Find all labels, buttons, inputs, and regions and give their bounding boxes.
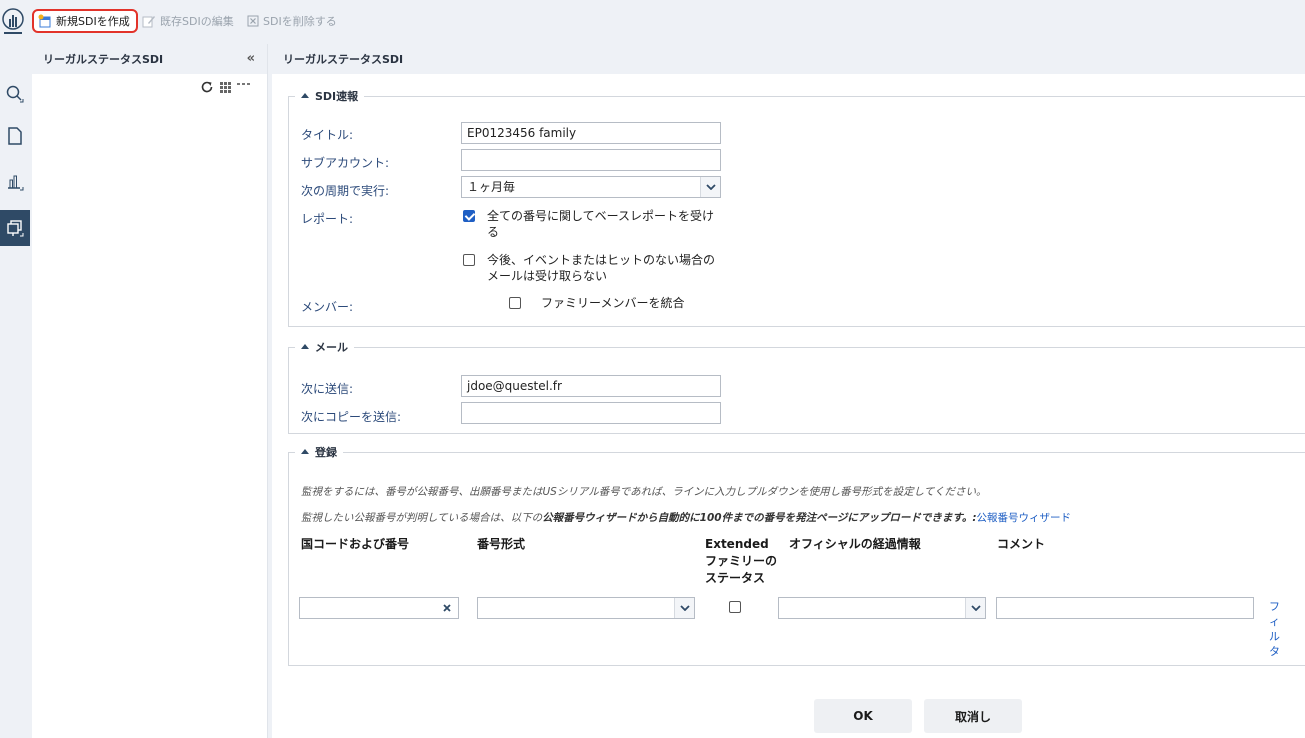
sdi-section-legend[interactable]: SDI速報 bbox=[295, 88, 364, 104]
collapse-caret-icon bbox=[301, 449, 309, 454]
report-base-line2: る bbox=[487, 225, 500, 239]
search-icon[interactable] bbox=[0, 80, 30, 108]
report-nohit-line2: メールは受け取らない bbox=[487, 269, 608, 283]
refresh-icon[interactable] bbox=[200, 80, 214, 94]
register-section-title: 登録 bbox=[315, 446, 337, 459]
form-header: リーガルステータスSDI bbox=[272, 44, 1305, 74]
mail-section-legend[interactable]: メール bbox=[295, 339, 354, 355]
app-logo-icon[interactable] bbox=[0, 6, 30, 40]
official-info-select[interactable] bbox=[778, 597, 986, 619]
register-section: 登録 監視をするには、番号が公報番号、出願番号またはUSシリアル番号であれば、ラ… bbox=[288, 444, 1305, 666]
report-base-text: 全ての番号に関してベースレポートを受け る bbox=[487, 208, 737, 240]
col-comment-header: コメント bbox=[997, 537, 1046, 551]
new-document-icon bbox=[38, 14, 51, 28]
col-extended-line3: ステータス bbox=[705, 571, 766, 585]
sdi-list-header: リーガルステータスSDI « bbox=[32, 44, 267, 74]
sdi-list-title: リーガルステータスSDI bbox=[43, 53, 164, 66]
member-text: ファミリーメンバーを統合 bbox=[541, 296, 685, 310]
clear-icon[interactable] bbox=[442, 603, 452, 613]
subaccount-label: サブアカウント: bbox=[301, 156, 390, 170]
cc-input[interactable] bbox=[461, 402, 721, 424]
register-section-legend[interactable]: 登録 bbox=[295, 444, 343, 460]
title-label: タイトル: bbox=[301, 128, 354, 142]
filter-link-char: フ bbox=[1269, 600, 1280, 613]
cc-label: 次にコピーを送信: bbox=[301, 410, 402, 424]
monitoring-icon[interactable] bbox=[0, 210, 30, 246]
list-tools bbox=[200, 80, 251, 94]
sdi-section: SDI速報 タイトル: EP0123456 family サブアカウント: 次の… bbox=[288, 88, 1305, 327]
register-note-2-text: 監視したい公報番号が判明している場合は、以下の bbox=[301, 512, 543, 524]
report-nohit-checkbox[interactable] bbox=[463, 254, 475, 266]
to-input[interactable]: jdoe@questel.fr bbox=[461, 375, 721, 397]
filter-link-char: ル bbox=[1269, 630, 1280, 643]
edit-sdi-label: 既存SDIの編集 bbox=[160, 15, 234, 28]
cancel-button[interactable]: 取消し bbox=[924, 699, 1022, 733]
new-sdi-label: 新規SDIを作成 bbox=[56, 15, 130, 28]
filter-link-char: ィ bbox=[1269, 615, 1280, 628]
country-number-input[interactable] bbox=[299, 597, 459, 619]
col-country-header: 国コードおよび番号 bbox=[301, 537, 410, 551]
edit-sdi-button[interactable]: 既存SDIの編集 bbox=[142, 9, 234, 33]
grid-view-icon[interactable] bbox=[220, 81, 231, 93]
sdi-section-title: SDI速報 bbox=[315, 90, 359, 103]
filter-link[interactable]: フ ィ ル タ bbox=[1269, 599, 1280, 659]
delete-sdi-label: SDIを削除する bbox=[263, 15, 337, 28]
period-label: 次の周期で実行: bbox=[301, 184, 390, 198]
report-nohit-text: 今後、イベントまたはヒットのない場合の メールは受け取らない bbox=[487, 252, 737, 284]
report-label: レポート: bbox=[301, 212, 354, 226]
sdi-form-panel: リーガルステータスSDI SDI速報 タイトル: EP0123456 famil… bbox=[272, 44, 1305, 738]
period-value: １ヶ月毎 bbox=[467, 180, 516, 194]
mail-section-title: メール bbox=[315, 341, 348, 354]
navigation-rail bbox=[0, 44, 32, 738]
collapse-panel-icon[interactable]: « bbox=[247, 51, 255, 66]
col-format-header: 番号形式 bbox=[477, 537, 526, 551]
subaccount-input[interactable] bbox=[461, 149, 721, 171]
form-title: リーガルステータスSDI bbox=[283, 53, 404, 66]
sdi-list-panel: リーガルステータスSDI « bbox=[32, 44, 268, 738]
edit-icon bbox=[142, 16, 155, 28]
chevron-down-icon bbox=[674, 598, 694, 618]
member-checkbox[interactable] bbox=[509, 297, 521, 309]
report-base-line1: 全ての番号に関してベースレポートを受け bbox=[487, 209, 715, 223]
filter-link-char: タ bbox=[1269, 645, 1280, 658]
register-note-2-bold: 公報番号ウィザードから自動的に100件までの番号を発注ページにアップロードできま… bbox=[542, 512, 977, 524]
to-label: 次に送信: bbox=[301, 382, 354, 396]
register-note-1: 監視をするには、番号が公報番号、出願番号またはUSシリアル番号であれば、ラインに… bbox=[301, 486, 987, 498]
delete-sdi-button[interactable]: SDIを削除する bbox=[247, 9, 337, 33]
toolbar: 新規SDIを作成 既存SDIの編集 SDIを削除する bbox=[0, 0, 1305, 44]
publication-wizard-link[interactable]: 公報番号ウィザード bbox=[977, 512, 1072, 524]
extended-family-checkbox[interactable] bbox=[729, 601, 741, 613]
mail-section: メール 次に送信: jdoe@questel.fr 次にコピーを送信: bbox=[288, 339, 1305, 434]
col-extended-line2: ファミリーの bbox=[705, 554, 778, 568]
collapse-caret-icon bbox=[301, 93, 309, 98]
title-input[interactable]: EP0123456 family bbox=[461, 122, 721, 144]
comment-input[interactable] bbox=[996, 597, 1254, 619]
analytics-icon[interactable] bbox=[0, 168, 30, 196]
ok-button[interactable]: OK bbox=[814, 699, 912, 733]
register-note-2: 監視したい公報番号が判明している場合は、以下の公報番号ウィザードから自動的に10… bbox=[301, 510, 1071, 525]
col-extended-header: Extended ファミリーの ステータス bbox=[705, 536, 777, 587]
member-label: メンバー: bbox=[301, 300, 354, 314]
period-select[interactable]: １ヶ月毎 bbox=[461, 176, 721, 198]
chevron-down-icon bbox=[965, 598, 985, 618]
col-official-header: オフィシャルの経過情報 bbox=[789, 537, 921, 551]
report-base-checkbox[interactable] bbox=[463, 210, 475, 222]
report-nohit-line1: 今後、イベントまたはヒットのない場合の bbox=[487, 253, 716, 267]
collapse-caret-icon bbox=[301, 344, 309, 349]
col-extended-line1: Extended bbox=[705, 537, 769, 551]
chevron-down-icon bbox=[700, 177, 720, 197]
column-options-icon[interactable] bbox=[237, 83, 251, 91]
delete-icon bbox=[247, 15, 259, 27]
number-format-select[interactable] bbox=[477, 597, 695, 619]
document-icon[interactable] bbox=[0, 122, 30, 150]
new-sdi-button[interactable]: 新規SDIを作成 bbox=[32, 9, 138, 33]
